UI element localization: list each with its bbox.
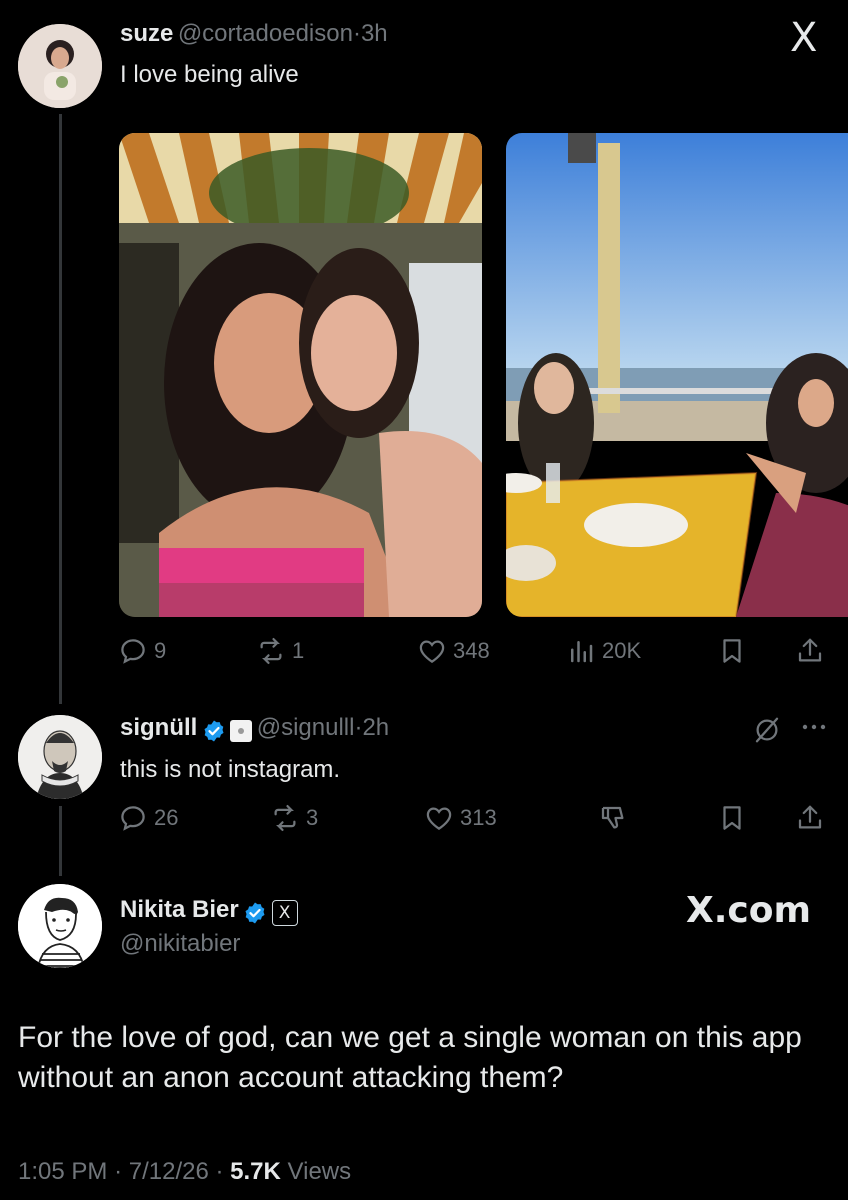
avatar-suze[interactable] — [18, 24, 102, 108]
tweet2-author-name[interactable]: signüll — [120, 714, 197, 741]
tweet3-views-label: Views — [287, 1158, 352, 1185]
like-icon — [426, 807, 452, 830]
photo-1-image — [119, 133, 482, 617]
x-logo-icon: X — [790, 15, 818, 61]
more-options-button[interactable] — [800, 713, 828, 741]
tweet3-author-name[interactable]: Nikita Bier — [120, 896, 239, 923]
tweet1-author-name[interactable]: suze — [120, 20, 173, 47]
tweet3-time[interactable]: 1:05 PM — [18, 1158, 107, 1185]
tweet1-header: suze @cortadoedison·3h — [120, 20, 388, 48]
verified-icon — [204, 720, 224, 742]
tweet1-like-button[interactable]: 348 — [417, 636, 490, 666]
tweet1-separator: · — [352, 20, 361, 47]
reply-icon — [121, 639, 145, 664]
views-icon — [571, 641, 593, 663]
affiliate-badge-icon — [230, 719, 253, 742]
more-icon — [802, 724, 826, 730]
tweet1-repost-count: 1 — [292, 638, 305, 663]
tweet1-photo-1[interactable] — [119, 133, 482, 617]
tweet3-meta: 1:05 PM · 7/12/26 · 5.7K Views — [18, 1158, 351, 1186]
close-button[interactable]: X — [790, 18, 817, 58]
tweet2-repost-count: 3 — [306, 805, 319, 830]
avatar-nikita-image — [18, 884, 102, 968]
tweet1-share-button[interactable] — [795, 636, 825, 666]
tweet3-text: For the love of god, can we get a single… — [18, 1021, 802, 1094]
tweet1-reply-count: 9 — [154, 638, 167, 663]
tweet3-separator-2: · — [215, 1158, 224, 1185]
thread-line-2 — [59, 806, 62, 876]
tweet2-repost-button[interactable]: 3 — [270, 803, 318, 833]
tweet1-author-handle[interactable]: @cortadoedison — [178, 20, 353, 47]
tweet2-header: signüll @signulll·2h — [120, 714, 389, 743]
share-icon — [798, 638, 822, 662]
tweet1-photo-2[interactable] — [506, 133, 848, 617]
tweet1-text: I love being alive — [120, 61, 299, 88]
tweet1-views-button[interactable]: 20K — [566, 636, 641, 666]
avatar-signull[interactable] — [18, 715, 102, 799]
thread-line-1 — [59, 114, 62, 704]
x-affiliate-badge-logo: X — [278, 902, 291, 923]
grok-button[interactable] — [752, 715, 782, 745]
photo-2-image — [506, 133, 848, 617]
downvote-icon — [601, 806, 624, 829]
share-icon — [798, 805, 822, 829]
tweet2-share-button[interactable] — [795, 803, 825, 833]
tweet3-separator-1: · — [114, 1158, 123, 1185]
tweet2-author-handle[interactable]: @signulll — [257, 714, 355, 741]
avatar-signull-image — [18, 715, 102, 799]
tweet2-text: this is not instagram. — [120, 756, 341, 783]
tweet2-like-count: 313 — [460, 805, 497, 830]
tweet1-view-count: 20K — [602, 638, 642, 663]
tweet1-repost-button[interactable]: 1 — [256, 636, 304, 666]
tweet1-timestamp[interactable]: 3h — [361, 20, 388, 47]
x-com-brand: X.com — [686, 890, 812, 931]
tweet1-reply-button[interactable]: 9 — [118, 636, 166, 666]
tweet1-like-count: 348 — [453, 638, 490, 663]
tweet3-author-handle[interactable]: @nikitabier — [120, 930, 240, 958]
repost-icon — [274, 805, 296, 831]
avatar-nikita[interactable] — [18, 884, 102, 968]
tweet2-downvote-button[interactable] — [598, 803, 628, 833]
tweet2-bookmark-button[interactable] — [717, 803, 747, 833]
verified-icon — [245, 902, 265, 924]
tweet2-reply-count: 26 — [154, 805, 179, 830]
tweet3-header: Nikita Bier X — [120, 896, 298, 926]
x-affiliate-badge: X — [271, 899, 298, 926]
tweet2-timestamp[interactable]: 2h — [362, 714, 389, 741]
bookmark-icon — [723, 806, 741, 830]
bookmark-icon — [723, 639, 741, 663]
like-icon — [419, 640, 445, 663]
grok-icon — [755, 717, 779, 743]
reply-icon — [121, 806, 145, 831]
repost-icon — [260, 638, 282, 664]
avatar-suze-image — [18, 24, 102, 108]
tweet2-like-button[interactable]: 313 — [424, 803, 497, 833]
tweet1-bookmark-button[interactable] — [717, 636, 747, 666]
tweet2-reply-button[interactable]: 26 — [118, 803, 178, 833]
tweet3-views-count: 5.7K — [230, 1158, 281, 1185]
tweet3-date[interactable]: 7/12/26 — [129, 1158, 209, 1185]
